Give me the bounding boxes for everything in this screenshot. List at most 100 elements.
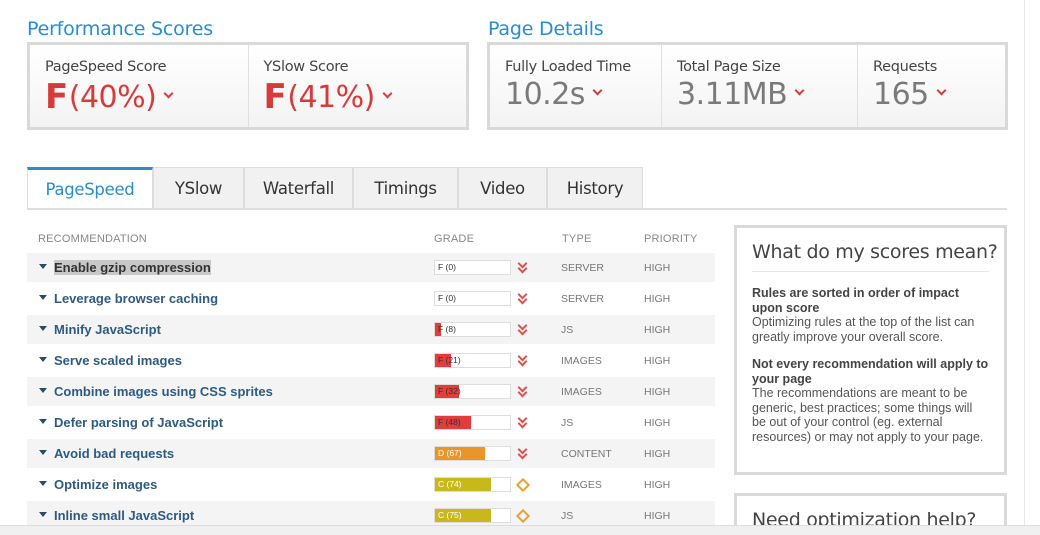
table-row[interactable]: Leverage browser caching F (0) SERVER HIGH: [27, 284, 715, 313]
recommendation-name[interactable]: Defer parsing of JavaScript: [54, 415, 223, 430]
recommendation-type: SERVER: [561, 293, 604, 305]
recommendation-priority: HIGH: [644, 324, 671, 336]
chevron-down-icon[interactable]: [592, 85, 603, 96]
grade-bar: F (21): [434, 353, 511, 368]
grade-bar: D (67): [434, 446, 511, 461]
grade-label: F (0): [438, 293, 456, 303]
total-page-size-value: 3.11MB: [677, 77, 788, 112]
grade-label: C (75): [438, 510, 462, 520]
expand-caret-icon[interactable]: [39, 264, 47, 269]
recommendation-priority: HIGH: [644, 479, 671, 491]
expand-caret-icon[interactable]: [39, 388, 47, 393]
expand-caret-icon[interactable]: [39, 326, 47, 331]
recommendation-priority: HIGH: [644, 262, 671, 274]
yslow-grade: F: [263, 77, 287, 117]
yslow-score-value: F (41%): [264, 77, 467, 117]
chevron-down-icon[interactable]: [794, 85, 805, 96]
chevron-down-icon[interactable]: [936, 85, 947, 96]
expand-caret-icon[interactable]: [39, 357, 47, 362]
horizontal-scrollbar[interactable]: [0, 525, 1040, 535]
requests-value-row: 165: [873, 77, 1005, 112]
tab-waterfall[interactable]: Waterfall: [244, 167, 353, 209]
double-chevron-down-icon: [516, 413, 530, 429]
recommendation-priority: HIGH: [644, 355, 671, 367]
expand-caret-icon[interactable]: [39, 419, 47, 424]
diamond-icon: [515, 508, 531, 524]
grade-bar: F (0): [434, 260, 511, 275]
yslow-percent: (41%): [287, 79, 375, 115]
grade-label: F (0): [438, 262, 456, 272]
grade-label: F (32): [438, 386, 461, 396]
recommendation-name[interactable]: Avoid bad requests: [54, 446, 174, 461]
table-row[interactable]: Optimize images C (74) IMAGES HIGH: [27, 470, 715, 499]
double-chevron-down-icon: [516, 444, 530, 460]
requests-label: Requests: [873, 59, 938, 75]
recommendation-name[interactable]: Optimize images: [54, 477, 157, 492]
recommendation-priority: HIGH: [644, 293, 671, 305]
tab-pagespeed[interactable]: PageSpeed: [27, 167, 153, 209]
pagespeed-score-value: F (40%): [45, 77, 248, 117]
recommendation-name[interactable]: Serve scaled images: [54, 353, 182, 368]
chevron-down-icon[interactable]: [163, 88, 174, 98]
grade-bar: C (74): [434, 477, 511, 492]
page-right-border: [1024, 0, 1025, 535]
yslow-score[interactable]: YSlow Score F (41%): [249, 45, 467, 127]
fully-loaded-time-value-row: 10.2s: [505, 77, 661, 112]
scores-explanation-title: What do my scores mean?: [752, 241, 998, 272]
recommendation-name[interactable]: Leverage browser caching: [54, 291, 218, 306]
table-row[interactable]: Avoid bad requests D (67) CONTENT HIGH: [27, 439, 715, 468]
yslow-score-label: YSlow Score: [263, 59, 349, 75]
expand-caret-icon[interactable]: [39, 481, 47, 486]
table-row[interactable]: Minify JavaScript F (8) JS HIGH: [27, 315, 715, 344]
recommendation-priority: HIGH: [644, 386, 671, 398]
recommendation-priority: HIGH: [644, 417, 671, 429]
pagespeed-score-label: PageSpeed Score: [45, 59, 167, 75]
recommendation-type: JS: [561, 417, 574, 429]
fully-loaded-time[interactable]: Fully Loaded Time 10.2s: [490, 45, 662, 127]
recommendation-name[interactable]: Minify JavaScript: [54, 322, 161, 337]
expand-caret-icon[interactable]: [39, 450, 47, 455]
expand-caret-icon[interactable]: [39, 512, 47, 517]
grade-bar: F (8): [434, 322, 511, 337]
tab-video[interactable]: Video: [458, 167, 547, 209]
tab-timings[interactable]: Timings: [353, 167, 458, 209]
grade-label: F (21): [438, 355, 461, 365]
grade-bar: F (48): [434, 415, 511, 430]
table-row[interactable]: Enable gzip compression F (0) SERVER HIGH: [27, 253, 715, 282]
total-page-size[interactable]: Total Page Size 3.11MB: [662, 45, 858, 127]
scores-explanation-text-2: The recommendations are meant to be gene…: [752, 386, 984, 444]
table-row[interactable]: Combine images using CSS sprites F (32) IM…: [27, 377, 715, 406]
expand-caret-icon[interactable]: [39, 295, 47, 300]
table-row[interactable]: Serve scaled images F (21) IMAGES HIGH: [27, 346, 715, 375]
recommendation-name[interactable]: Inline small JavaScript: [54, 508, 194, 523]
recommendation-type: JS: [561, 510, 574, 522]
double-chevron-down-icon: [516, 258, 530, 274]
requests-value: 165: [873, 77, 929, 112]
pagespeed-grade: F: [45, 77, 68, 117]
double-chevron-down-icon: [516, 351, 530, 367]
grade-bar: F (32): [434, 384, 511, 399]
table-row[interactable]: Defer parsing of JavaScript F (48) JS HIGH: [27, 408, 715, 437]
chevron-down-icon[interactable]: [382, 88, 393, 98]
requests[interactable]: Requests 165: [858, 45, 1005, 127]
recommendation-type: IMAGES: [561, 479, 602, 491]
grade-label: F (48): [438, 417, 461, 427]
total-page-size-label: Total Page Size: [677, 59, 781, 75]
pagespeed-score[interactable]: PageSpeed Score F (40%): [30, 45, 249, 127]
tab-yslow[interactable]: YSlow: [153, 167, 244, 209]
grade-bar: F (0): [434, 291, 511, 306]
performance-scores-panel: PageSpeed Score F (40%) YSlow Score F (4…: [27, 42, 469, 130]
total-page-size-value-row: 3.11MB: [677, 77, 857, 112]
recommendation-name[interactable]: Combine images using CSS sprites: [54, 384, 273, 399]
tab-history[interactable]: History: [547, 167, 643, 209]
column-header-type: TYPE: [562, 233, 592, 245]
column-header-priority: PRIORITY: [644, 233, 698, 245]
tab-divider: [27, 208, 1007, 210]
grade-label: F (8): [438, 324, 456, 334]
fully-loaded-time-label: Fully Loaded Time: [505, 59, 631, 75]
column-header-recommendation: RECOMMENDATION: [38, 233, 147, 245]
double-chevron-down-icon: [516, 382, 530, 398]
grade-label: C (74): [438, 479, 462, 489]
scores-explanation-panel: What do my scores mean? Rules are sorted…: [734, 225, 1007, 475]
recommendation-name[interactable]: Enable gzip compression: [54, 260, 211, 275]
